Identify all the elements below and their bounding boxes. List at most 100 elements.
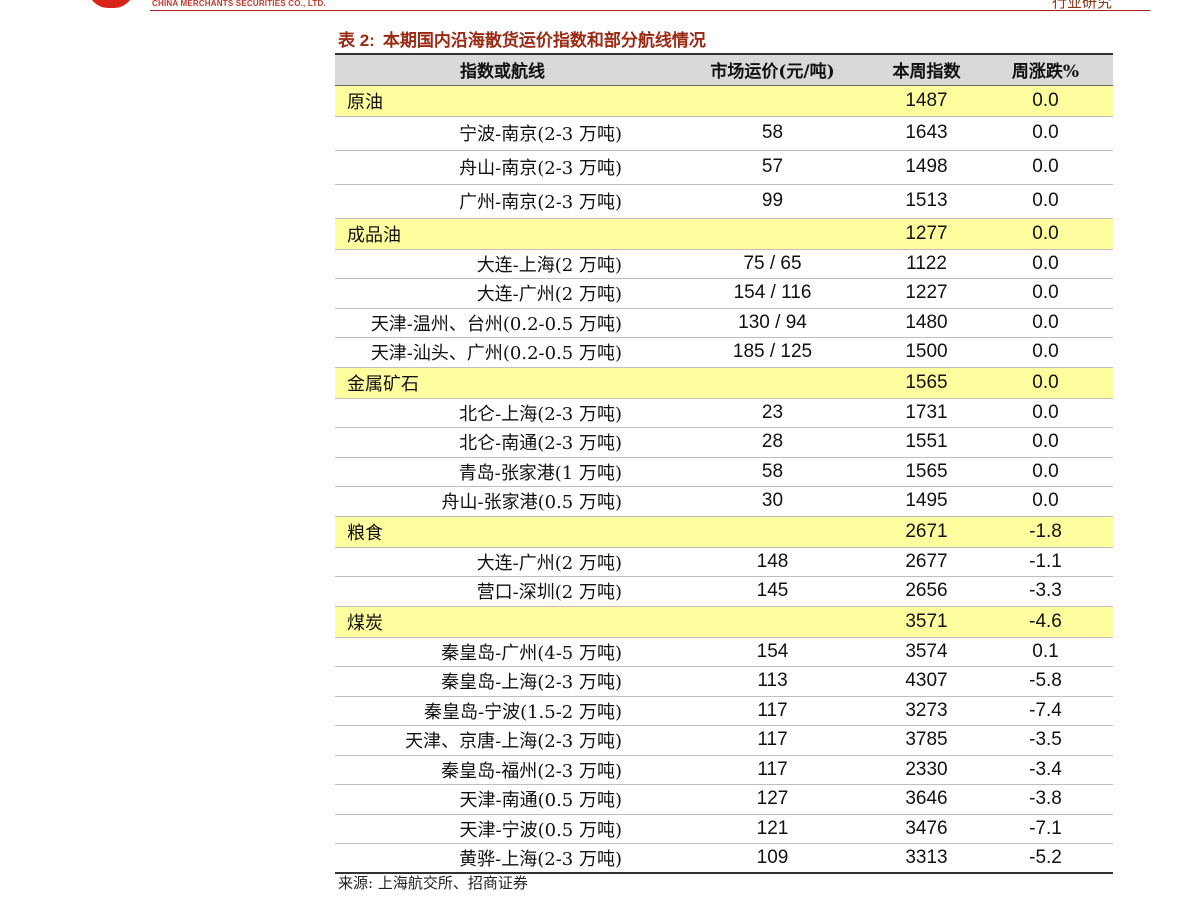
category-row: 金属矿石 1565 0.0 — [335, 367, 1113, 399]
index-cell: 2330 — [875, 755, 978, 785]
change-cell: -1.8 — [978, 516, 1113, 548]
route-name-cell: 舟山-张家港(0.5 万吨) — [335, 486, 670, 517]
table-number: 表 2: — [338, 31, 375, 50]
price-cell: 75 / 65 — [670, 249, 875, 279]
price-cell: 145 — [670, 576, 875, 607]
index-cell: 3313 — [875, 843, 978, 874]
price-cell: 154 — [670, 637, 875, 667]
table-row: 大连-上海(2 万吨) 75 / 65 1122 0.0 — [335, 249, 1113, 279]
change-cell: -3.8 — [978, 784, 1113, 815]
route-name-cell: 金属矿石 — [335, 367, 670, 399]
table-row: 天津、京唐-上海(2-3 万吨) 117 3785 -3.5 — [335, 725, 1113, 756]
change-cell: -5.2 — [978, 843, 1113, 874]
table-body: 原油 1487 0.0 宁波-南京(2-3 万吨) 58 1643 0.0 舟山-南京(2-3… — [335, 85, 1113, 874]
change-cell: 0.0 — [978, 150, 1113, 185]
table-row: 黄骅-上海(2-3 万吨) 109 3313 -5.2 — [335, 843, 1113, 874]
route-name-cell: 营口-深圳(2 万吨) — [335, 576, 670, 607]
price-cell — [670, 606, 875, 638]
company-logo-icon — [88, 0, 134, 8]
change-cell: -1.1 — [978, 547, 1113, 577]
index-cell: 2671 — [875, 516, 978, 548]
price-cell: 109 — [670, 843, 875, 874]
change-cell: 0.0 — [978, 249, 1113, 279]
index-cell: 1495 — [875, 486, 978, 517]
change-cell: 0.0 — [978, 218, 1113, 250]
table-row: 天津-温州、台州(0.2-0.5 万吨) 130 / 94 1480 0.0 — [335, 308, 1113, 338]
category-row: 原油 1487 0.0 — [335, 85, 1113, 117]
route-name-cell: 黄骅-上海(2-3 万吨) — [335, 843, 670, 874]
page-header: CHINA MERCHANTS SECURITIES CO., LTD. 行业研… — [0, 0, 1190, 14]
index-cell: 3476 — [875, 814, 978, 844]
price-cell: 113 — [670, 666, 875, 697]
price-cell: 154 / 116 — [670, 278, 875, 309]
index-cell: 1277 — [875, 218, 978, 250]
change-cell: 0.0 — [978, 367, 1113, 399]
price-cell: 30 — [670, 486, 875, 517]
route-name-cell: 原油 — [335, 85, 670, 117]
change-cell: -5.8 — [978, 666, 1113, 697]
route-name-cell: 北仑-南通(2-3 万吨) — [335, 427, 670, 458]
change-cell: 0.0 — [978, 116, 1113, 151]
route-name-cell: 广州-南京(2-3 万吨) — [335, 184, 670, 219]
price-cell — [670, 516, 875, 548]
price-cell: 58 — [670, 116, 875, 151]
index-cell: 2656 — [875, 576, 978, 607]
table-row: 秦皇岛-福州(2-3 万吨) 117 2330 -3.4 — [335, 755, 1113, 785]
table-row: 天津-南通(0.5 万吨) 127 3646 -3.8 — [335, 784, 1113, 815]
price-cell: 185 / 125 — [670, 337, 875, 368]
price-cell: 127 — [670, 784, 875, 815]
category-row: 粮食 2671 -1.8 — [335, 516, 1113, 548]
route-name-cell: 天津-宁波(0.5 万吨) — [335, 814, 670, 844]
table-row: 广州-南京(2-3 万吨) 99 1513 0.0 — [335, 184, 1113, 219]
route-name-cell: 煤炭 — [335, 606, 670, 638]
change-cell: -3.3 — [978, 576, 1113, 607]
route-name-cell: 天津、京唐-上海(2-3 万吨) — [335, 725, 670, 756]
index-cell: 1731 — [875, 398, 978, 428]
table-row: 北仑-南通(2-3 万吨) 28 1551 0.0 — [335, 427, 1113, 458]
price-cell: 130 / 94 — [670, 308, 875, 338]
price-cell: 117 — [670, 696, 875, 726]
index-cell: 1480 — [875, 308, 978, 338]
price-cell — [670, 367, 875, 399]
change-cell: -3.5 — [978, 725, 1113, 756]
change-cell: 0.0 — [978, 398, 1113, 428]
freight-index-table-container: 指数或航线 市场运价(元/吨) 本周指数 周涨跌% 原油 1487 0.0 宁波-南京… — [335, 53, 1113, 874]
table-row: 秦皇岛-广州(4-5 万吨) 154 3574 0.1 — [335, 637, 1113, 667]
company-name-en: CHINA MERCHANTS SECURITIES CO., LTD. — [152, 0, 326, 8]
price-cell — [670, 218, 875, 250]
change-cell: 0.0 — [978, 457, 1113, 487]
category-row: 煤炭 3571 -4.6 — [335, 606, 1113, 638]
change-cell: 0.0 — [978, 85, 1113, 117]
index-cell: 3646 — [875, 784, 978, 815]
table-caption: 本期国内沿海散货运价指数和部分航线情况 — [382, 31, 706, 51]
index-cell: 1487 — [875, 85, 978, 117]
change-cell: 0.0 — [978, 184, 1113, 219]
table-row: 大连-广州(2 万吨) 148 2677 -1.1 — [335, 547, 1113, 577]
route-name-cell: 粮食 — [335, 516, 670, 548]
route-name-cell: 秦皇岛-福州(2-3 万吨) — [335, 755, 670, 785]
price-cell: 117 — [670, 755, 875, 785]
route-name-cell: 舟山-南京(2-3 万吨) — [335, 150, 670, 185]
route-name-cell: 宁波-南京(2-3 万吨) — [335, 116, 670, 151]
index-cell: 1551 — [875, 427, 978, 458]
table-row: 北仑-上海(2-3 万吨) 23 1731 0.0 — [335, 398, 1113, 428]
table-row: 营口-深圳(2 万吨) 145 2656 -3.3 — [335, 576, 1113, 607]
route-name-cell: 秦皇岛-广州(4-5 万吨) — [335, 637, 670, 667]
change-cell: 0.1 — [978, 637, 1113, 667]
route-name-cell: 北仑-上海(2-3 万吨) — [335, 398, 670, 428]
change-cell: -7.4 — [978, 696, 1113, 726]
change-cell: -3.4 — [978, 755, 1113, 785]
table-row: 舟山-张家港(0.5 万吨) 30 1495 0.0 — [335, 486, 1113, 517]
table-row: 青岛-张家港(1 万吨) 58 1565 0.0 — [335, 457, 1113, 487]
price-cell: 58 — [670, 457, 875, 487]
price-cell: 117 — [670, 725, 875, 756]
table-row: 舟山-南京(2-3 万吨) 57 1498 0.0 — [335, 150, 1113, 185]
table-title: 表 2: 本期国内沿海散货运价指数和部分航线情况 — [338, 26, 706, 51]
change-cell: 0.0 — [978, 278, 1113, 309]
route-name-cell: 天津-南通(0.5 万吨) — [335, 784, 670, 815]
table-row: 秦皇岛-宁波(1.5-2 万吨) 117 3273 -7.4 — [335, 696, 1113, 726]
freight-index-table: 指数或航线 市场运价(元/吨) 本周指数 周涨跌% 原油 1487 0.0 宁波-南京… — [335, 53, 1113, 874]
index-cell: 1122 — [875, 249, 978, 279]
index-cell: 1643 — [875, 116, 978, 151]
route-name-cell: 天津-汕头、广州(0.2-0.5 万吨) — [335, 337, 670, 368]
